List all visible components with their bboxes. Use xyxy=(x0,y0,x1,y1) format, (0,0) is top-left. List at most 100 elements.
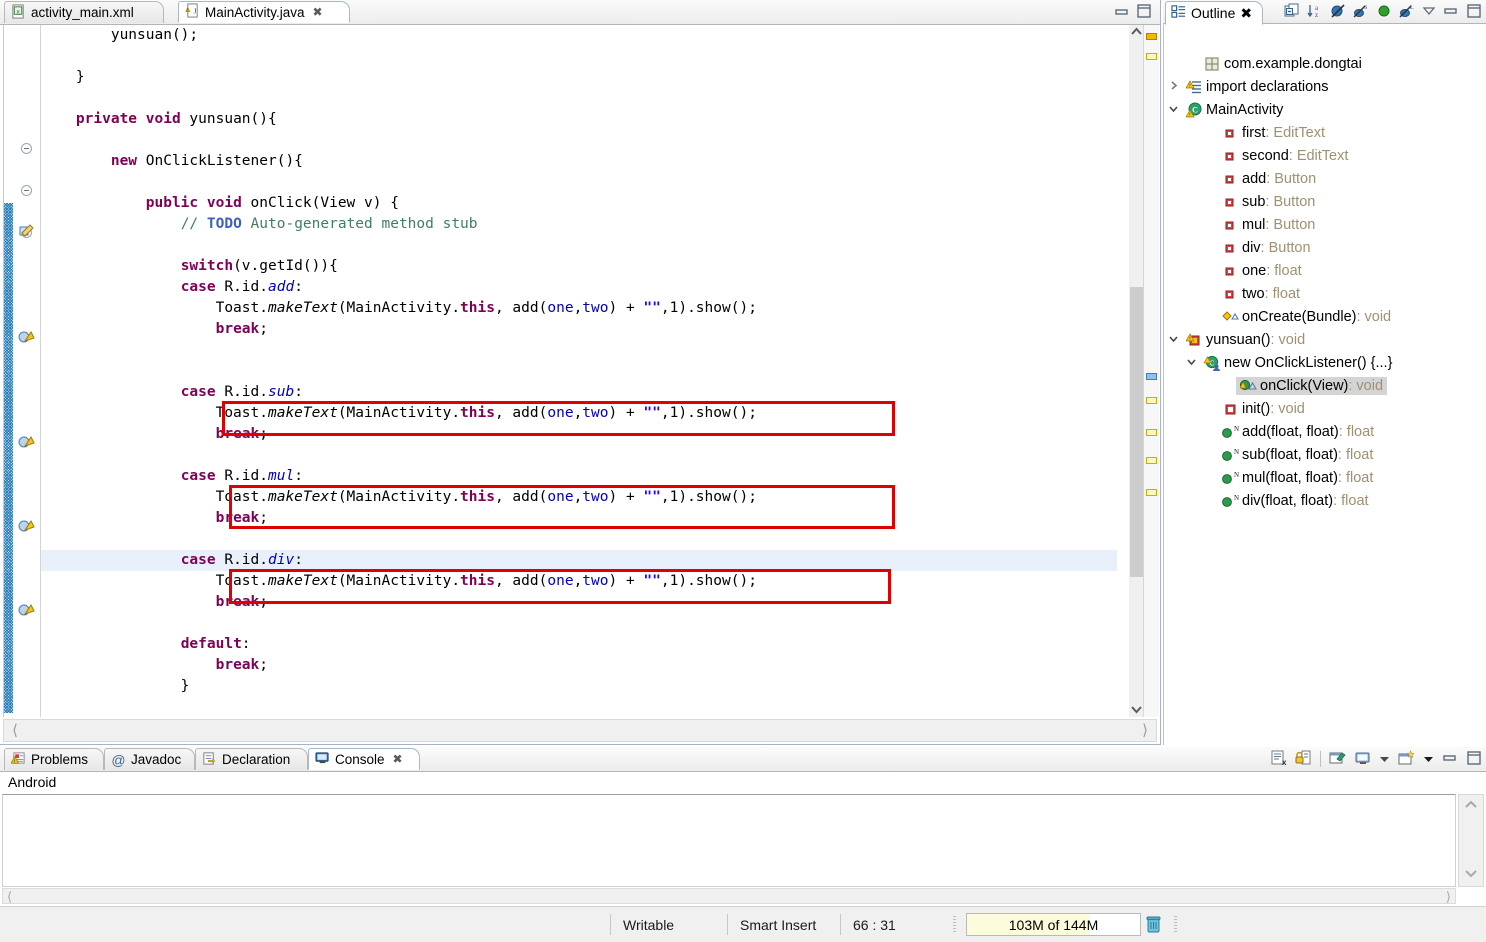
warning-marker-icon[interactable] xyxy=(18,518,35,534)
warning-marker-icon[interactable] xyxy=(18,329,35,345)
outline-item-mul[interactable]: mul : Button xyxy=(1164,213,1486,236)
chevron-right-icon[interactable] xyxy=(1164,80,1182,94)
clear-console-icon[interactable]: x xyxy=(1270,750,1287,769)
tab-console[interactable]: Console ✖ xyxy=(308,748,420,770)
fold-marker-icon[interactable] xyxy=(21,185,32,196)
outline-item-add[interactable]: add : Button xyxy=(1164,167,1486,190)
code-line[interactable]: case R.id.div: xyxy=(41,550,1117,571)
sort-alphabetically-icon[interactable]: az xyxy=(1307,3,1323,22)
scroll-left-arrow-icon[interactable]: ⟨ xyxy=(7,889,12,905)
lock-scroll-icon[interactable] xyxy=(1295,750,1312,769)
code-line[interactable]: break; xyxy=(41,508,1117,529)
editor-tab-activity-main-xml[interactable]: x activity_main.xml xyxy=(4,1,164,23)
overview-ruler-mark[interactable] xyxy=(1146,429,1157,436)
outline-item-mul-float-float[interactable]: Nmul(float, float) : float xyxy=(1164,466,1486,489)
editor-tab-mainactivity-java[interactable]: J! MainActivity.java ✖ xyxy=(178,1,350,23)
pin-console-icon[interactable] xyxy=(1329,750,1346,769)
outline-item-sub-float-float[interactable]: Nsub(float, float) : float xyxy=(1164,443,1486,466)
editor-horizontal-scrollbar[interactable]: ⟨ ⟩ xyxy=(3,719,1157,742)
hide-non-public-icon[interactable] xyxy=(1376,3,1392,22)
quickfix-marker-icon[interactable] xyxy=(18,224,35,240)
warning-marker-icon[interactable] xyxy=(18,602,35,618)
hide-fields-icon[interactable] xyxy=(1330,3,1346,22)
overview-ruler-mark[interactable] xyxy=(1146,457,1157,464)
chevron-down-icon[interactable] xyxy=(1164,333,1182,347)
code-line[interactable]: break; xyxy=(41,655,1117,676)
overview-ruler-mark[interactable] xyxy=(1146,397,1157,404)
outline-item-com-example-dongtai[interactable]: com.example.dongtai xyxy=(1164,52,1486,75)
maximize-icon[interactable] xyxy=(1466,3,1482,22)
close-icon[interactable]: ✖ xyxy=(313,5,323,19)
scroll-down-arrow-icon[interactable] xyxy=(1463,866,1479,883)
code-line[interactable]: case R.id.add: xyxy=(41,277,1117,298)
close-icon[interactable]: ✖ xyxy=(1240,5,1252,22)
outline-item-new-onclicklistener[interactable]: Cnew OnClickListener() {...} xyxy=(1164,351,1486,374)
outline-item-one[interactable]: one : float xyxy=(1164,259,1486,282)
code-line[interactable]: new OnClickListener(){ xyxy=(41,151,1117,172)
close-icon[interactable]: ✖ xyxy=(393,752,403,766)
code-line[interactable]: break; xyxy=(41,424,1117,445)
hide-static-icon[interactable]: S xyxy=(1353,3,1369,22)
tab-problems[interactable]: ! Problems xyxy=(4,748,104,770)
chevron-down-icon[interactable] xyxy=(1164,103,1182,117)
minimize-icon[interactable] xyxy=(1442,752,1458,767)
tab-declaration[interactable]: Declaration xyxy=(195,748,308,770)
overview-ruler-mark[interactable] xyxy=(1146,373,1157,380)
outline-item-first[interactable]: first : EditText xyxy=(1164,121,1486,144)
run-gc-button[interactable] xyxy=(1145,913,1162,936)
outline-item-sub[interactable]: sub : Button xyxy=(1164,190,1486,213)
editor-overview-ruler[interactable] xyxy=(1143,25,1159,717)
code-line[interactable]: break; xyxy=(41,319,1117,340)
code-line[interactable]: // TODO Auto-generated method stub xyxy=(41,214,1117,235)
code-line[interactable]: } xyxy=(41,676,1117,697)
collapse-all-icon[interactable] xyxy=(1284,3,1300,22)
code-line[interactable]: public void onClick(View v) { xyxy=(41,193,1117,214)
code-line[interactable]: } xyxy=(41,67,1117,88)
overview-ruler-mark[interactable] xyxy=(1146,489,1157,496)
console-horizontal-scrollbar[interactable]: ⟨ ⟩ xyxy=(2,888,1456,904)
scroll-down-arrow-icon[interactable] xyxy=(1129,702,1144,717)
overview-ruler-mark[interactable] xyxy=(1146,53,1157,60)
view-menu-icon[interactable] xyxy=(1422,5,1436,20)
scroll-left-arrow-icon[interactable]: ⟨ xyxy=(7,723,23,739)
scroll-right-arrow-icon[interactable]: ⟩ xyxy=(1446,889,1451,905)
chevron-down-icon[interactable] xyxy=(1182,356,1200,370)
minimize-icon[interactable] xyxy=(1443,5,1459,20)
scrollbar-thumb[interactable] xyxy=(1130,287,1143,577)
hide-local-types-icon[interactable]: L xyxy=(1399,3,1415,22)
outline-item-import-declarations[interactable]: ! import declarations xyxy=(1164,75,1486,98)
display-selected-console-icon[interactable] xyxy=(1354,750,1371,769)
outline-item-two[interactable]: two : float xyxy=(1164,282,1486,305)
outline-item-second[interactable]: second : EditText xyxy=(1164,144,1486,167)
outline-tree[interactable]: com.example.dongtai! import declarations C… xyxy=(1163,23,1486,745)
fold-marker-icon[interactable] xyxy=(21,143,32,154)
open-console-dropdown-icon[interactable] xyxy=(1423,752,1434,767)
code-line[interactable]: case R.id.sub: xyxy=(41,382,1117,403)
scroll-up-arrow-icon[interactable] xyxy=(1463,798,1479,815)
open-console-icon[interactable] xyxy=(1398,749,1415,769)
outline-item-init[interactable]: init() : void xyxy=(1164,397,1486,420)
code-line[interactable]: default: xyxy=(41,634,1117,655)
overview-ruler-mark[interactable] xyxy=(1146,33,1157,40)
code-line[interactable]: break; xyxy=(41,592,1117,613)
scroll-up-arrow-icon[interactable] xyxy=(1129,25,1144,40)
tab-outline[interactable]: Outline ✖ xyxy=(1165,1,1264,25)
code-line[interactable]: yunsuan(); xyxy=(41,25,1117,46)
console-vertical-scrollbar[interactable] xyxy=(1458,794,1484,887)
code-line[interactable]: Toast.makeText(MainActivity.this, add(on… xyxy=(41,487,1117,508)
tab-javadoc[interactable]: @ Javadoc xyxy=(104,748,195,770)
editor-gutter[interactable] xyxy=(13,25,41,717)
heap-status-indicator[interactable]: 103M of 144M xyxy=(966,913,1141,936)
outline-item-yunsuan[interactable]: ! yunsuan() : void xyxy=(1164,328,1486,351)
outline-item-add-float-float[interactable]: Nadd(float, float) : float xyxy=(1164,420,1486,443)
outline-item-mainactivity[interactable]: C! MainActivity xyxy=(1164,98,1486,121)
code-line[interactable]: Toast.makeText(MainActivity.this, add(on… xyxy=(41,403,1117,424)
code-line[interactable]: Toast.makeText(MainActivity.this, add(on… xyxy=(41,571,1117,592)
warning-marker-icon[interactable] xyxy=(18,434,35,450)
editor-minimize-icon[interactable] xyxy=(1114,6,1130,21)
console-output[interactable] xyxy=(2,794,1456,887)
editor-maximize-icon[interactable] xyxy=(1136,3,1152,22)
editor-vertical-scrollbar[interactable] xyxy=(1129,25,1144,717)
outline-item-div[interactable]: div : Button xyxy=(1164,236,1486,259)
outline-item-oncreate-bundle[interactable]: onCreate(Bundle) : void xyxy=(1164,305,1486,328)
